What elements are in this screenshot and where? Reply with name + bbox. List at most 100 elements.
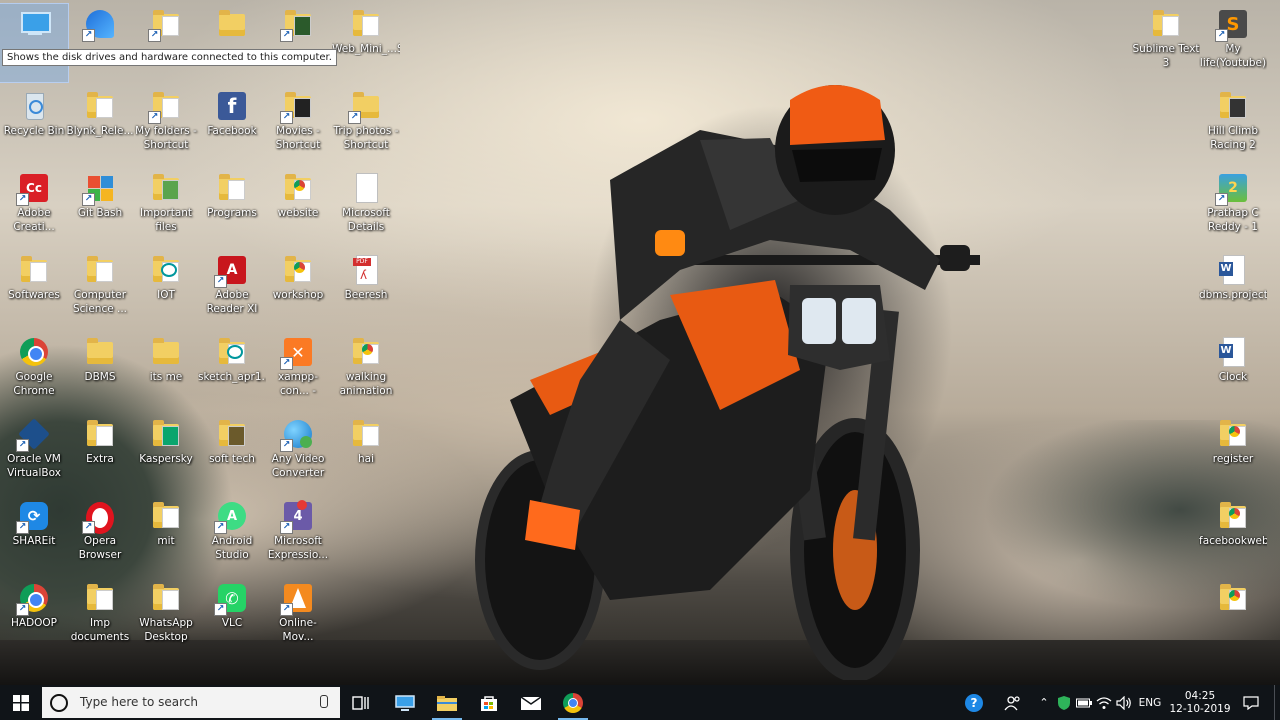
battery-charging-icon (1076, 698, 1092, 707)
folder-icon (150, 336, 182, 368)
desktop-icon-my-ie[interactable]: ↗ (132, 4, 200, 82)
desktop-icon-clock[interactable]: register (1199, 414, 1267, 492)
desktop-icon-dbms[interactable]: DBMS (66, 332, 134, 410)
desktop-icon-adobe-reader[interactable]: A ↗ Adobe Reader XI (198, 250, 266, 328)
desktop-icon-movies[interactable]: ↗ Movies - Shortcut (264, 86, 332, 164)
desktop-icon-walking-animation[interactable]: walking animation (332, 332, 400, 410)
desktop-icon-google-chrome[interactable]: Google Chrome (0, 332, 68, 410)
desktop-icon-vlc[interactable]: ↗ Online-Mov... (264, 578, 332, 656)
desktop-icon-shareit[interactable]: ⟳ ↗ SHAREit (0, 496, 68, 574)
taskbar-search-box[interactable]: Type here to search (42, 687, 340, 718)
desktop-icon-adobe-creative[interactable]: Cc ↗ Adobe Creati... (0, 168, 68, 246)
desktop-icon-git-bash[interactable]: ↗ Git Bash (66, 168, 134, 246)
tray-volume[interactable] (1114, 685, 1134, 720)
desktop-icon-register[interactable]: facebookweb (1199, 496, 1267, 574)
document-icon (350, 172, 382, 204)
xampp-icon: ✕ ↗ (280, 336, 314, 370)
desktop-icon-dbms-project[interactable]: W Clock (1199, 332, 1267, 410)
desktop-icon-softwares[interactable]: Softwares (0, 250, 68, 328)
folder-icon (150, 172, 182, 204)
show-desktop-button[interactable] (1274, 685, 1280, 720)
desktop-icon-wallpaper[interactable]: ↗ (264, 4, 332, 82)
tray-wifi[interactable] (1094, 685, 1114, 720)
tray-show-hidden[interactable]: ⌃ (1034, 685, 1054, 720)
desktop-icon-kaspersky[interactable]: Kaspersky (132, 414, 200, 492)
folder-icon (84, 336, 116, 368)
start-button[interactable] (0, 685, 42, 720)
desktop-icon-website[interactable]: website (264, 168, 332, 246)
desktop-icon-web-mini[interactable]: Web_Mini_...Sem) (332, 4, 400, 82)
task-view-button[interactable] (340, 685, 382, 720)
folder-icon (84, 90, 116, 122)
folder-icon (1217, 500, 1249, 532)
desktop-icon-extra[interactable]: Extra (66, 414, 134, 492)
taskbar-chrome[interactable] (552, 685, 594, 720)
desktop-icon-soft-tech[interactable]: soft tech (198, 414, 266, 492)
desktop-icon-mit[interactable]: mit (132, 496, 200, 574)
desktop-icon-important-files[interactable]: Important files (132, 168, 200, 246)
desktop-icon-hill-climb[interactable]: 2 ↗ Prathap C Reddy - 1 (1199, 168, 1267, 246)
desktop-icon-hadoop[interactable]: Imp documents (66, 578, 134, 656)
folder-icon (350, 8, 382, 40)
desktop-icon-my-life[interactable]: Hill Climb Racing 2 (1199, 86, 1267, 164)
desktop-icon-android-studio[interactable]: A ↗ Android Studio (198, 496, 266, 574)
desktop-icon-my-folders[interactable]: ↗ My folders - Shortcut (132, 86, 200, 164)
shortcut-arrow-icon: ↗ (214, 275, 227, 288)
folder-icon (282, 172, 314, 204)
desktop-icon-opera[interactable]: ↗ Opera Browser (66, 496, 134, 574)
desktop-icon-sketch[interactable]: sketch_apr1... (198, 332, 266, 410)
desktop-icon-trip-photos[interactable]: ↗ Trip photos - Shortcut (332, 86, 400, 164)
tray-language[interactable]: ENG (1134, 685, 1166, 720)
desktop-icon-imp-documents[interactable]: WhatsApp Desktop (132, 578, 200, 656)
folder-icon (350, 418, 382, 450)
folder-icon: ↗ (348, 90, 382, 124)
desktop-icon-computer-science[interactable]: Computer Science ... (66, 250, 134, 328)
action-center-button[interactable] (1236, 685, 1266, 720)
desktop-icon-hai[interactable]: hai (332, 414, 400, 492)
taskbar-store[interactable] (468, 685, 510, 720)
desktop-icon-any-video[interactable]: ↗ Any Video Converter (264, 414, 332, 492)
tray-security[interactable] (1054, 685, 1074, 720)
people-icon (1004, 695, 1020, 710)
shortcut-arrow-icon: ↗ (280, 439, 293, 452)
desktop-icon-iot[interactable]: IOT (132, 250, 200, 328)
desktop-icon-beeresh-pdf[interactable]: PDF ʎ Beeresh (332, 250, 400, 328)
desktop-icon-workshop[interactable]: workshop (264, 250, 332, 328)
microphone-icon[interactable] (320, 695, 328, 708)
desktop-icon-recycle-bin[interactable]: Recycle Bin (0, 86, 68, 164)
desktop-icon-online-movies[interactable]: Sublime Text 3 (1132, 4, 1200, 82)
taskbar-mail[interactable] (510, 685, 552, 720)
tray-battery[interactable] (1074, 685, 1094, 720)
desktop-icon-facebook[interactable]: f Facebook (198, 86, 266, 164)
taskbar-file-explorer[interactable] (426, 685, 468, 720)
desktop-icon-beeresh-chrome[interactable]: ↗ HADOOP (0, 578, 68, 656)
desktop-icon-this-pc[interactable] (0, 3, 69, 83)
cortana-icon (50, 694, 68, 712)
desktop-icon-blynk[interactable]: Blynk_Rele... (66, 86, 134, 164)
tray-people[interactable] (996, 685, 1030, 720)
shortcut-arrow-icon: ↗ (82, 193, 95, 206)
folder-icon (84, 254, 116, 286)
desktop-icon-facebookweb[interactable] (1199, 578, 1267, 656)
desktop-icon-notes[interactable] (198, 4, 266, 82)
word-document-icon: W (1217, 254, 1249, 286)
taskbar-this-pc[interactable] (384, 685, 426, 720)
desktop-icon-ms-expression[interactable]: 4 ↗ Microsoft Expressio... (264, 496, 332, 574)
desktop-icon-virtualbox[interactable]: ↗ Oracle VM VirtualBox (0, 414, 68, 492)
desktop-icon-whatsapp[interactable]: ✆ ↗ VLC (198, 578, 266, 656)
chevron-up-icon: ⌃ (1039, 696, 1049, 709)
desktop-icon-prathap[interactable]: W dbms.project (1199, 250, 1267, 328)
tray-clock[interactable]: 04:25 12-10-2019 (1168, 685, 1232, 720)
desktop-icon-programs[interactable]: Programs (198, 168, 266, 246)
desktop-icon-microsoft-details[interactable]: Microsoft Details (332, 168, 400, 246)
folder-icon: ↗ (280, 8, 314, 42)
pdf-icon: PDF ʎ (350, 254, 382, 286)
desktop-icon-windows-shortcut[interactable]: ↗ (66, 4, 134, 82)
folder-icon (150, 500, 182, 532)
tray-help[interactable]: ? (956, 685, 992, 720)
vlc-icon: ↗ (280, 582, 314, 616)
wifi-icon (1096, 696, 1112, 709)
desktop-icon-xampp[interactable]: ✕ ↗ xampp-con... - Shortcut (264, 332, 332, 410)
desktop-icon-its-me[interactable]: its me (132, 332, 200, 410)
desktop-icon-sublime[interactable]: S ↗ My life(Youtube) (1199, 4, 1267, 82)
